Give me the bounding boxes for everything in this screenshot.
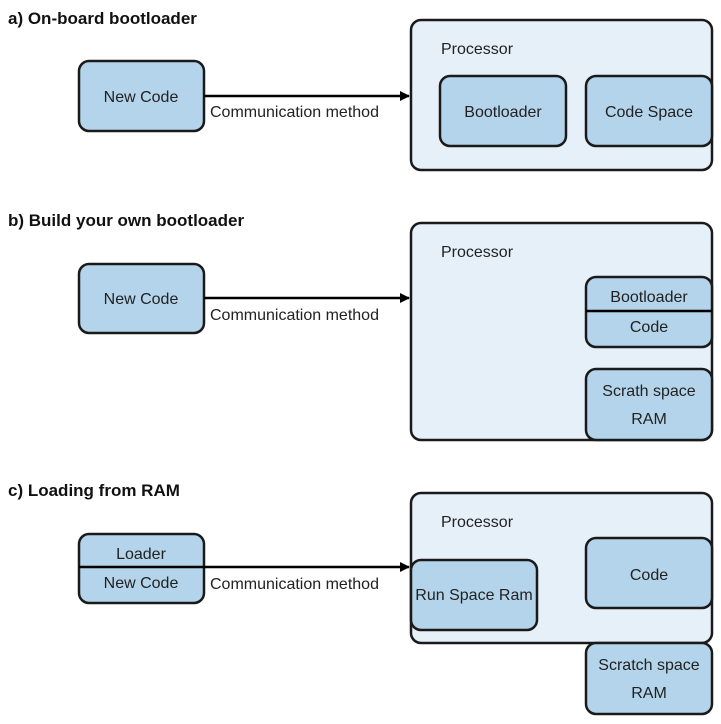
panel-b-title: b) Build your own bootloader	[8, 211, 244, 230]
scratch-ram-box	[584, 367, 714, 442]
new-code-label: New Code	[104, 89, 179, 106]
panel-c-title: c) Loading from RAM	[8, 481, 180, 500]
processor-label: Processor	[441, 244, 514, 261]
arrow-label: Communication method	[210, 307, 379, 324]
bootloader-label: Bootloader	[610, 289, 688, 306]
scratch-label-line2: RAM	[631, 411, 667, 428]
scratch-label-line1: Scratch space	[598, 657, 699, 674]
run-space-ram-label: Run Space Ram	[415, 587, 532, 604]
loader-new-code-box	[77, 532, 206, 605]
code-space-label: Code Space	[605, 104, 693, 121]
new-code-label: New Code	[104, 575, 179, 592]
panel-c: c) Loading from RAM Loader New Code Comm…	[8, 481, 714, 716]
code-label: Code	[630, 567, 668, 584]
scratch-label-line2: RAM	[631, 685, 667, 702]
processor-label: Processor	[441, 41, 514, 58]
arrow-label: Communication method	[210, 576, 379, 593]
arrow-label: Communication method	[210, 104, 379, 121]
bootloader-label: Bootloader	[464, 104, 542, 121]
processor-label: Processor	[441, 514, 514, 531]
panel-a-title: a) On-board bootloader	[8, 9, 197, 28]
loader-label: Loader	[116, 546, 166, 563]
bootloader-diagram: a) On-board bootloader New Code Communic…	[8, 9, 714, 716]
panel-a: a) On-board bootloader New Code Communic…	[8, 9, 714, 172]
scratch-label-line1: Scrath space	[602, 383, 695, 400]
code-label: Code	[630, 319, 668, 336]
new-code-label: New Code	[104, 291, 179, 308]
scratch-ram-box	[584, 641, 714, 716]
panel-b: b) Build your own bootloader New Code Co…	[8, 211, 714, 442]
